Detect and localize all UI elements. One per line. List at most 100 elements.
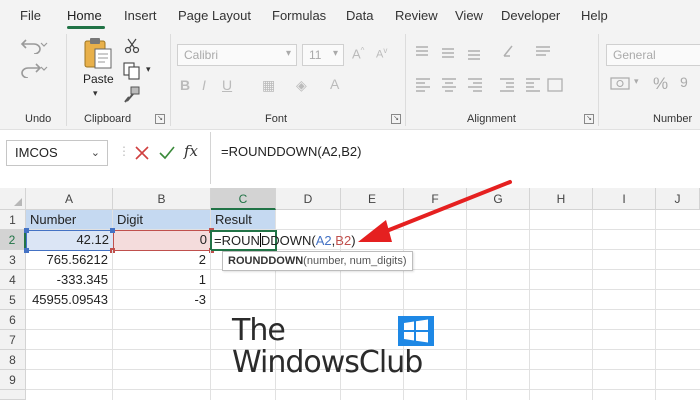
column-header-c[interactable]: C bbox=[211, 188, 276, 210]
underline-icon[interactable]: U bbox=[222, 77, 232, 93]
horizontal-align-icons[interactable] bbox=[414, 76, 564, 92]
copy-dropdown-icon[interactable]: ▾ bbox=[146, 64, 151, 75]
tooltip-function-name[interactable]: ROUNDDOWN bbox=[228, 255, 303, 267]
chevron-down-icon[interactable]: ⌄ bbox=[91, 146, 100, 159]
paste-icon[interactable] bbox=[82, 36, 114, 70]
group-label-clipboard: Clipboard bbox=[84, 113, 132, 125]
font-size-select[interactable]: 11 ▾ bbox=[302, 44, 344, 66]
vertical-align-icons[interactable] bbox=[414, 44, 554, 60]
row-header-3[interactable]: 3 bbox=[0, 250, 26, 270]
ribbon: Undo Paste ▾ ▾ Clipboard ↘ Calibri ▾ 11 … bbox=[0, 30, 700, 130]
menu-data[interactable]: Data bbox=[346, 8, 373, 23]
chevron-down-icon: ▾ bbox=[285, 48, 291, 59]
decrease-font-icon[interactable]: Av bbox=[376, 46, 387, 61]
cell-a4[interactable]: -333.345 bbox=[26, 270, 113, 290]
cell-b4[interactable]: 1 bbox=[113, 270, 211, 290]
cancel-entry-icon[interactable] bbox=[134, 145, 150, 161]
row-header-2[interactable]: 2 bbox=[0, 230, 26, 250]
font-name-select[interactable]: Calibri ▾ bbox=[177, 44, 297, 66]
alignment-launcher-icon[interactable]: ↘ bbox=[584, 114, 594, 124]
increase-font-icon[interactable]: A^ bbox=[352, 46, 364, 61]
font-name-value: Calibri bbox=[184, 48, 219, 62]
menu-file[interactable]: File bbox=[20, 8, 41, 23]
chevron-down-icon[interactable]: ▾ bbox=[634, 76, 639, 87]
font-launcher-icon[interactable]: ↘ bbox=[391, 114, 401, 124]
comma-style-icon[interactable]: 9 bbox=[680, 74, 688, 90]
paste-label[interactable]: Paste bbox=[83, 72, 114, 86]
redo-icon[interactable] bbox=[20, 60, 48, 78]
cell-a5[interactable]: 45955.09543 bbox=[26, 290, 113, 310]
menu-home[interactable]: Home bbox=[67, 8, 102, 23]
cell-b1[interactable]: Digit bbox=[113, 210, 211, 230]
formula-ref-a2: A2 bbox=[315, 233, 332, 248]
formula-part: ) bbox=[351, 233, 356, 248]
formula-input[interactable]: =ROUNDDOWN(A2,B2) bbox=[210, 132, 700, 184]
cell-c1[interactable]: Result bbox=[211, 210, 276, 230]
column-header-e[interactable]: E bbox=[341, 188, 404, 210]
column-header-i[interactable]: I bbox=[593, 188, 656, 210]
number-format-value: General bbox=[613, 48, 656, 62]
row-header-7[interactable]: 7 bbox=[0, 330, 26, 350]
insert-function-button[interactable]: fx bbox=[184, 142, 198, 160]
italic-icon[interactable]: I bbox=[202, 77, 206, 93]
fill-color-icon[interactable]: ◈ bbox=[296, 77, 307, 94]
format-painter-icon[interactable] bbox=[123, 86, 141, 104]
font-size-value: 11 bbox=[309, 48, 322, 62]
paste-dropdown-icon[interactable]: ▾ bbox=[93, 88, 98, 99]
cell-a2[interactable]: 42.12 bbox=[26, 230, 113, 250]
cut-icon[interactable] bbox=[124, 38, 140, 54]
menu-view[interactable]: View bbox=[455, 8, 483, 23]
ribbon-separator bbox=[170, 34, 171, 126]
confirm-entry-icon[interactable] bbox=[158, 145, 176, 161]
group-label-font: Font bbox=[265, 113, 288, 125]
menu-formulas[interactable]: Formulas bbox=[272, 8, 326, 23]
formula-bar: IMCOS ⌄ ⋮ fx =ROUNDDOWN(A2,B2) bbox=[0, 132, 700, 184]
windows-logo-icon bbox=[398, 316, 434, 346]
row-header-5[interactable]: 5 bbox=[0, 290, 26, 310]
formula-bar-grip-icon: ⋮ bbox=[118, 144, 130, 158]
watermark-line1: The bbox=[232, 313, 286, 348]
column-header-a[interactable]: A bbox=[26, 188, 113, 210]
cell-c2-editing[interactable]: =ROUNDDOWN(A2,B2) bbox=[210, 230, 356, 251]
undo-icon[interactable] bbox=[20, 36, 48, 54]
row-header-6[interactable]: 6 bbox=[0, 310, 26, 330]
ribbon-separator bbox=[405, 34, 406, 126]
watermark-line2: WindowsClub bbox=[232, 345, 423, 380]
function-tooltip[interactable]: ROUNDDOWN(number, num_digits) bbox=[222, 251, 413, 271]
row-header-4[interactable]: 4 bbox=[0, 270, 26, 290]
active-tab-indicator bbox=[67, 26, 105, 29]
menu-help[interactable]: Help bbox=[581, 8, 608, 23]
column-header-d[interactable]: D bbox=[276, 188, 341, 210]
accounting-format-icon[interactable] bbox=[610, 74, 632, 92]
name-box[interactable]: IMCOS ⌄ bbox=[6, 140, 108, 166]
column-header-b[interactable]: B bbox=[113, 188, 211, 210]
column-header-g[interactable]: G bbox=[467, 188, 530, 210]
cell-a1[interactable]: Number bbox=[26, 210, 113, 230]
menu-developer[interactable]: Developer bbox=[501, 8, 560, 23]
row-header-10[interactable] bbox=[0, 390, 26, 400]
bold-icon[interactable]: B bbox=[180, 77, 190, 93]
ribbon-separator bbox=[598, 34, 599, 126]
column-header-f[interactable]: F bbox=[404, 188, 467, 210]
select-all-button[interactable] bbox=[0, 188, 26, 210]
menu-insert[interactable]: Insert bbox=[124, 8, 157, 23]
percent-style-icon[interactable]: % bbox=[653, 74, 668, 94]
cell-b3[interactable]: 2 bbox=[113, 250, 211, 270]
chevron-down-icon: ▾ bbox=[332, 48, 338, 59]
borders-icon[interactable]: ▦ bbox=[262, 77, 275, 94]
cell-b5[interactable]: -3 bbox=[113, 290, 211, 310]
number-format-select[interactable]: General bbox=[606, 44, 700, 66]
menu-page-layout[interactable]: Page Layout bbox=[178, 8, 251, 23]
row-header-1[interactable]: 1 bbox=[0, 210, 26, 230]
column-header-j[interactable]: J bbox=[656, 188, 700, 210]
menu-review[interactable]: Review bbox=[395, 8, 438, 23]
row-header-9[interactable]: 9 bbox=[0, 370, 26, 390]
cell-b2[interactable]: 0 bbox=[113, 230, 211, 250]
copy-icon[interactable] bbox=[123, 62, 141, 80]
column-header-h[interactable]: H bbox=[530, 188, 593, 210]
group-label-undo: Undo bbox=[25, 113, 52, 125]
row-header-8[interactable]: 8 bbox=[0, 350, 26, 370]
font-color-icon[interactable]: A bbox=[330, 76, 339, 92]
clipboard-launcher-icon[interactable]: ↘ bbox=[155, 114, 165, 124]
cell-a3[interactable]: 765.56212 bbox=[26, 250, 113, 270]
